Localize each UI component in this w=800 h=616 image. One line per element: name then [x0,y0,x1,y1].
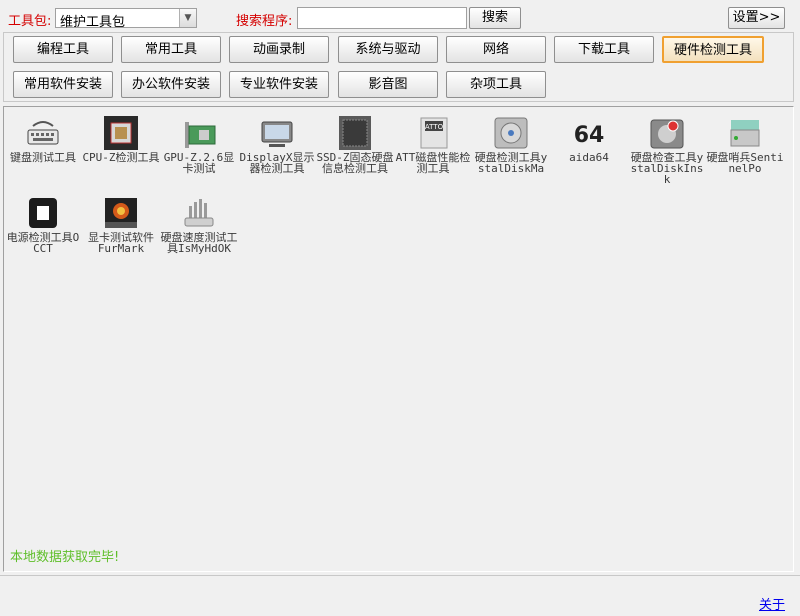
tool-label: 硬盘检查工具ystalDiskInsk [630,152,704,186]
search-input[interactable] [297,7,467,29]
tool-item-hd-sentinel[interactable]: 硬盘哨兵SentinelPo [706,116,784,190]
tool-label: GPU-Z.2.6显卡测试 [163,152,235,175]
tool-label: SSD-Z固态硬盘信息检测工具 [316,152,394,175]
ssd-chip-icon [339,116,371,150]
tool-label: 显卡测试软件 FurMark [88,232,154,255]
tool-item-ssd-z[interactable]: SSD-Z固态硬盘信息检测工具 [316,116,394,190]
furmark-icon [105,198,137,228]
tab-programming-tools[interactable]: 编程工具 [13,36,113,63]
svg-text:ATTO: ATTO [425,123,444,131]
atto-disk-icon: ATTO [420,117,448,149]
tool-item-displayx[interactable]: DisplayX显示器检测工具 [238,116,316,190]
tab-animation-recording[interactable]: 动画录制 [229,36,329,63]
status-message: 本地数据获取完毕! [10,550,120,565]
tool-label: CPU-Z检测工具 [82,152,160,164]
tool-item-gpu-z[interactable]: GPU-Z.2.6显卡测试 [160,116,238,190]
tab-professional-software-install[interactable]: 专业软件安装 [229,71,329,98]
tool-label: 电源检测工具OCCT [6,232,80,255]
toolkit-select-value: 维护工具包 [60,15,126,30]
toolkit-label: 工具包: [8,14,52,29]
tab-download-tools[interactable]: 下载工具 [554,36,654,63]
hdd-speed-icon [184,199,214,227]
tool-item-cpu-z[interactable]: CPU-Z检测工具 [82,116,160,190]
search-button[interactable]: 搜索 [469,7,521,29]
toolkit-select[interactable]: 维护工具包 ▼ [55,8,197,30]
tool-item-atto[interactable]: ATTO ATT磁盘性能检测工具 [394,116,472,190]
monitor-icon [261,121,293,147]
svg-text:64: 64 [574,123,605,148]
tool-item-ismyhdok[interactable]: 硬盘速度测试工具IsMyHdOK [160,196,238,270]
tool-label: 硬盘哨兵SentinelPo [706,152,784,175]
search-label: 搜索程序: [236,14,293,29]
tab-system-drivers[interactable]: 系统与驱动 [338,36,438,63]
settings-button[interactable]: 设置>> [728,7,785,29]
disk-sentinel-icon [730,120,760,147]
aida64-icon: 64 [574,123,605,148]
about-link[interactable]: 关于 [759,594,785,613]
tab-media[interactable]: 影音图 [338,71,438,98]
keyboard-icon [27,121,59,145]
tool-item-crystaldiskinfo[interactable]: 硬盘检查工具ystalDiskInsk [628,116,706,190]
tool-label: 硬盘检测工具ystalDiskMa [474,152,548,175]
tool-item-aida64[interactable]: 64 aida64 [550,116,628,190]
tool-item-furmark[interactable]: 显卡测试软件 FurMark [82,196,160,270]
tool-item-keyboard-test[interactable]: 键盘测试工具 [4,116,82,190]
disk-check-icon [494,117,528,149]
tab-misc-tools[interactable]: 杂项工具 [446,71,546,98]
tool-item-crystaldiskmark[interactable]: 硬盘检测工具ystalDiskMa [472,116,550,190]
divider [0,575,800,576]
chevron-down-icon[interactable]: ▼ [179,9,196,27]
occt-icon [29,198,57,228]
top-toolbar: 工具包: 维护工具包 ▼ 搜索程序: 搜索 设置>> [0,0,800,34]
tool-label: aida64 [569,152,609,164]
tool-label: ATT磁盘性能检测工具 [395,152,471,175]
tab-common-software-install[interactable]: 常用软件安装 [13,71,113,98]
tab-common-tools[interactable]: 常用工具 [121,36,221,63]
cpu-chip-icon [104,116,138,150]
tool-label: 硬盘速度测试工具IsMyHdOK [160,232,238,255]
tab-hardware-detection[interactable]: 硬件检测工具 [662,36,764,63]
tool-label: 键盘测试工具 [10,152,76,164]
disk-info-icon [650,119,684,149]
tab-network[interactable]: 网络 [446,36,546,63]
tool-label: DisplayX显示器检测工具 [239,152,315,175]
tool-item-occt[interactable]: 电源检测工具OCCT [4,196,82,270]
graphics-card-icon [185,122,216,148]
tab-office-software-install[interactable]: 办公软件安装 [121,71,221,98]
